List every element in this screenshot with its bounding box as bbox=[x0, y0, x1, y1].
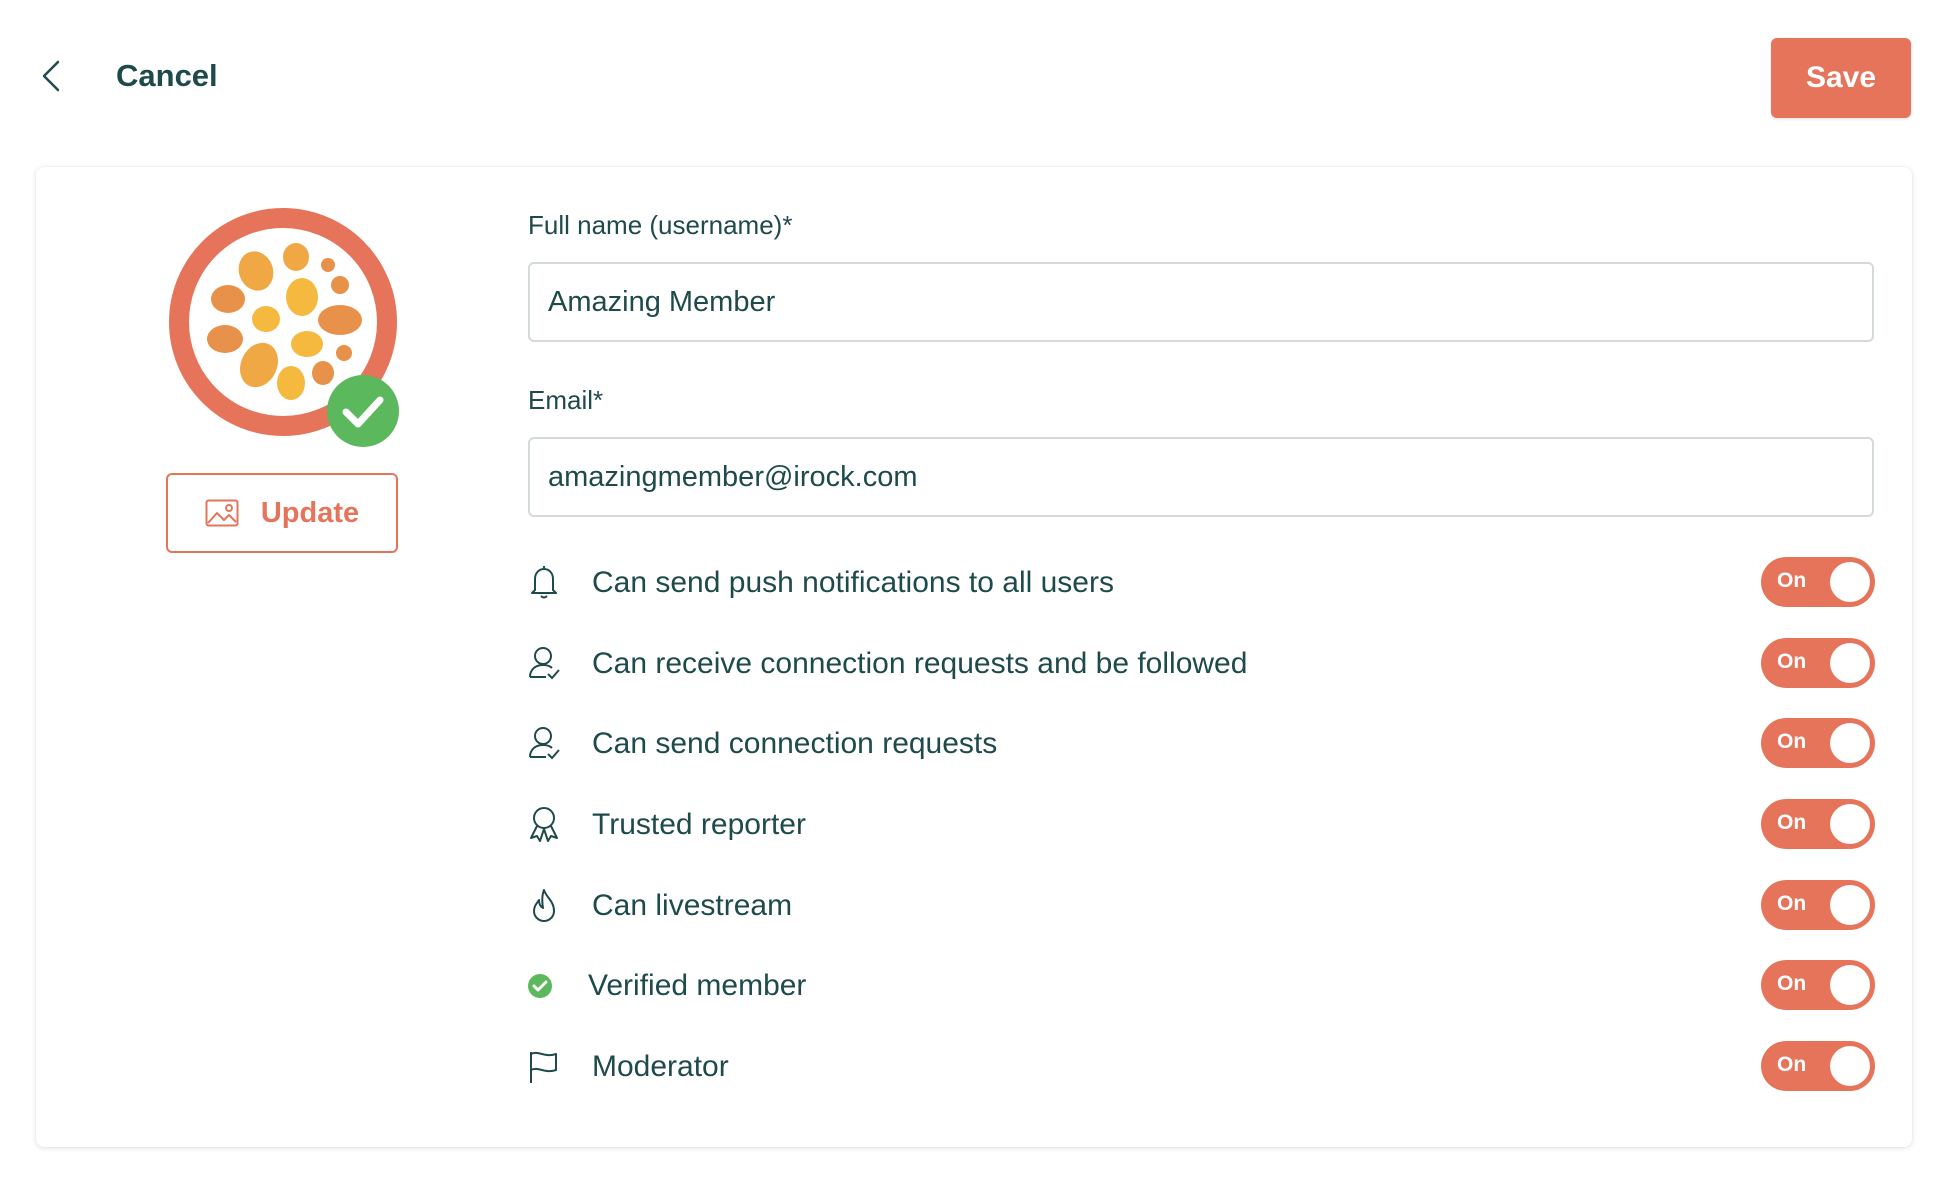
chevron-left-icon[interactable] bbox=[38, 54, 68, 98]
toggle-knob bbox=[1830, 804, 1870, 844]
toggle-state: On bbox=[1777, 811, 1807, 834]
livestream-toggle[interactable]: On bbox=[1761, 880, 1875, 930]
image-icon bbox=[205, 499, 239, 527]
permission-row-verified-member: Verified member On bbox=[526, 960, 1876, 1010]
check-circle-icon bbox=[326, 374, 400, 448]
email-field[interactable] bbox=[528, 437, 1874, 517]
toggle-state: On bbox=[1777, 569, 1807, 592]
toggle-knob bbox=[1830, 1046, 1870, 1086]
update-label: Update bbox=[260, 496, 360, 529]
push-notifications-toggle[interactable]: On bbox=[1761, 557, 1875, 607]
award-icon bbox=[526, 805, 562, 843]
toggle-knob bbox=[1830, 723, 1870, 763]
top-bar: Cancel Save bbox=[0, 0, 1940, 150]
bell-icon bbox=[526, 563, 562, 601]
permission-row-send-connections: Can send connection requests On bbox=[526, 718, 1876, 768]
permission-label: Can send connection requests bbox=[592, 727, 998, 760]
toggle-knob bbox=[1830, 885, 1870, 925]
send-connections-toggle[interactable]: On bbox=[1761, 718, 1875, 768]
toggle-knob bbox=[1830, 643, 1870, 683]
flame-icon bbox=[526, 886, 562, 924]
verified-member-toggle[interactable]: On bbox=[1761, 960, 1875, 1010]
permission-row-push-notifications: Can send push notifications to all users… bbox=[526, 557, 1876, 607]
permission-label: Can receive connection requests and be f… bbox=[592, 647, 1248, 680]
moderator-toggle[interactable]: On bbox=[1761, 1041, 1875, 1091]
toggle-knob bbox=[1830, 562, 1870, 602]
permission-label: Can livestream bbox=[592, 889, 793, 922]
permission-row-livestream: Can livestream On bbox=[526, 880, 1876, 930]
receive-connections-toggle[interactable]: On bbox=[1761, 638, 1875, 688]
user-check-icon bbox=[526, 644, 562, 682]
toggle-state: On bbox=[1777, 1053, 1807, 1076]
trusted-reporter-toggle[interactable]: On bbox=[1761, 799, 1875, 849]
save-button[interactable]: Save bbox=[1771, 38, 1911, 118]
toggle-state: On bbox=[1777, 892, 1807, 915]
toggle-state: On bbox=[1777, 730, 1807, 753]
full-name-field[interactable] bbox=[528, 262, 1874, 342]
full-name-label: Full name (username)* bbox=[528, 210, 793, 240]
permission-row-trusted-reporter: Trusted reporter On bbox=[526, 799, 1876, 849]
cancel-button[interactable]: Cancel bbox=[116, 58, 218, 94]
permission-row-receive-connections: Can receive connection requests and be f… bbox=[526, 638, 1876, 688]
permission-label: Can send push notifications to all users bbox=[592, 566, 1114, 599]
toggle-state: On bbox=[1777, 972, 1807, 995]
permission-label: Moderator bbox=[592, 1050, 729, 1083]
toggle-state: On bbox=[1777, 650, 1807, 673]
permission-label: Verified member bbox=[588, 969, 807, 1002]
check-circle-icon bbox=[526, 966, 562, 1004]
permission-row-moderator: Moderator On bbox=[526, 1041, 1876, 1091]
toggle-knob bbox=[1830, 965, 1870, 1005]
update-avatar-button[interactable]: Update bbox=[166, 473, 398, 553]
flag-icon bbox=[526, 1047, 562, 1085]
user-check-icon bbox=[526, 724, 562, 762]
permission-label: Trusted reporter bbox=[592, 808, 806, 841]
email-label: Email* bbox=[528, 385, 604, 415]
